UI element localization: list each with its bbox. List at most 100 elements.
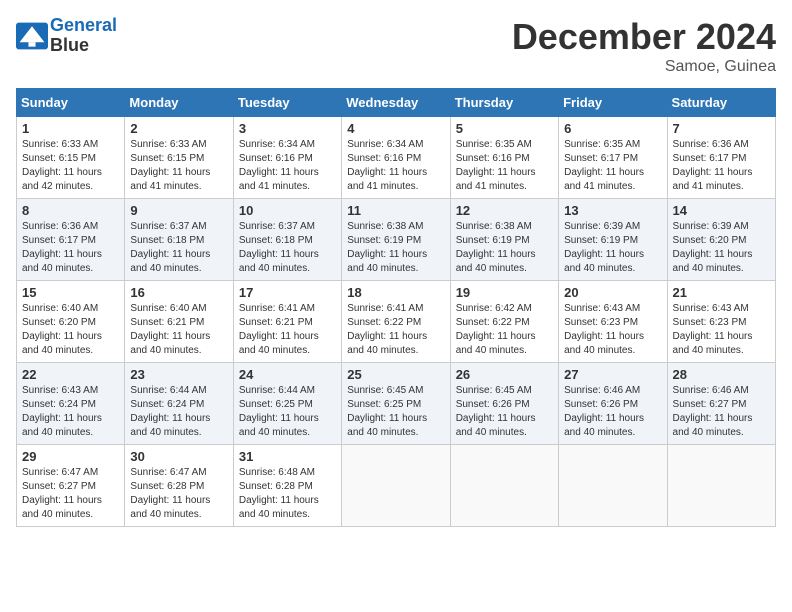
calendar-week-row: 8Sunrise: 6:36 AMSunset: 6:17 PMDaylight…: [17, 199, 776, 281]
day-info: Sunrise: 6:43 AMSunset: 6:24 PMDaylight:…: [22, 384, 119, 440]
day-info: Sunrise: 6:33 AMSunset: 6:15 PMDaylight:…: [130, 138, 227, 194]
calendar-week-row: 1 Sunrise: 6:33 AMSunset: 6:15 PMDaylight…: [17, 117, 776, 199]
day-info: Sunrise: 6:35 AMSunset: 6:17 PMDaylight:…: [564, 138, 661, 194]
day-info: Sunrise: 6:33 AMSunset: 6:15 PMDaylight:…: [22, 138, 119, 194]
calendar-week-row: 15 Sunrise: 6:40 AMSunset: 6:20 PMDayligh…: [17, 281, 776, 363]
calendar-cell: [342, 445, 450, 527]
calendar-cell: 15 Sunrise: 6:40 AMSunset: 6:20 PMDayligh…: [17, 281, 125, 363]
day-info: Sunrise: 6:36 AMSunset: 6:17 PMDaylight:…: [673, 138, 770, 194]
day-number: 22: [22, 367, 119, 382]
calendar-cell: 20 Sunrise: 6:43 AMSunset: 6:23 PMDayligh…: [559, 281, 667, 363]
calendar-cell: 28Sunrise: 6:46 AMSunset: 6:27 PMDayligh…: [667, 363, 775, 445]
day-info: Sunrise: 6:41 AMSunset: 6:21 PMDaylight:…: [239, 302, 336, 358]
day-number: 8: [22, 203, 119, 218]
calendar-cell: 24 Sunrise: 6:44 AMSunset: 6:25 PMDayligh…: [233, 363, 341, 445]
day-info: Sunrise: 6:44 AMSunset: 6:25 PMDaylight:…: [239, 384, 336, 440]
day-info: Sunrise: 6:47 AMSunset: 6:28 PMDaylight:…: [130, 466, 227, 522]
day-info: Sunrise: 6:43 AMSunset: 6:23 PMDaylight:…: [673, 302, 770, 358]
calendar-cell: 14 Sunrise: 6:39 AMSunset: 6:20 PMDayligh…: [667, 199, 775, 281]
calendar-cell: 31 Sunrise: 6:48 AMSunset: 6:28 PMDayligh…: [233, 445, 341, 527]
calendar-cell: [559, 445, 667, 527]
day-number: 13: [564, 203, 661, 218]
day-number: 16: [130, 285, 227, 300]
calendar-cell: 17Sunrise: 6:41 AMSunset: 6:21 PMDayligh…: [233, 281, 341, 363]
calendar-week-row: 22 Sunrise: 6:43 AMSunset: 6:24 PMDayligh…: [17, 363, 776, 445]
day-info: Sunrise: 6:44 AMSunset: 6:24 PMDaylight:…: [130, 384, 227, 440]
calendar-cell: 25Sunrise: 6:45 AMSunset: 6:25 PMDayligh…: [342, 363, 450, 445]
calendar-cell: [450, 445, 558, 527]
day-number: 20: [564, 285, 661, 300]
calendar-cell: 2Sunrise: 6:33 AMSunset: 6:15 PMDaylight…: [125, 117, 233, 199]
day-info: Sunrise: 6:37 AMSunset: 6:18 PMDaylight:…: [239, 220, 336, 276]
day-info: Sunrise: 6:42 AMSunset: 6:22 PMDaylight:…: [456, 302, 553, 358]
calendar-cell: 18 Sunrise: 6:41 AMSunset: 6:22 PMDayligh…: [342, 281, 450, 363]
calendar-cell: 9 Sunrise: 6:37 AMSunset: 6:18 PMDaylight…: [125, 199, 233, 281]
logo-icon: [16, 22, 48, 50]
calendar: SundayMondayTuesdayWednesdayThursdayFrid…: [16, 88, 776, 527]
calendar-cell: [667, 445, 775, 527]
calendar-cell: 22 Sunrise: 6:43 AMSunset: 6:24 PMDayligh…: [17, 363, 125, 445]
calendar-cell: 7 Sunrise: 6:36 AMSunset: 6:17 PMDaylight…: [667, 117, 775, 199]
calendar-cell: 8Sunrise: 6:36 AMSunset: 6:17 PMDaylight…: [17, 199, 125, 281]
day-number: 11: [347, 203, 444, 218]
calendar-cell: 21 Sunrise: 6:43 AMSunset: 6:23 PMDayligh…: [667, 281, 775, 363]
calendar-cell: 19 Sunrise: 6:42 AMSunset: 6:22 PMDayligh…: [450, 281, 558, 363]
day-number: 1: [22, 121, 119, 136]
day-info: Sunrise: 6:35 AMSunset: 6:16 PMDaylight:…: [456, 138, 553, 194]
day-info: Sunrise: 6:40 AMSunset: 6:20 PMDaylight:…: [22, 302, 119, 358]
calendar-cell: 6Sunrise: 6:35 AMSunset: 6:17 PMDaylight…: [559, 117, 667, 199]
day-of-week-header: Saturday: [667, 89, 775, 117]
logo: General Blue: [16, 16, 117, 56]
calendar-cell: 13 Sunrise: 6:39 AMSunset: 6:19 PMDayligh…: [559, 199, 667, 281]
day-number: 3: [239, 121, 336, 136]
day-info: Sunrise: 6:45 AMSunset: 6:26 PMDaylight:…: [456, 384, 553, 440]
calendar-cell: 23Sunrise: 6:44 AMSunset: 6:24 PMDayligh…: [125, 363, 233, 445]
day-info: Sunrise: 6:40 AMSunset: 6:21 PMDaylight:…: [130, 302, 227, 358]
calendar-cell: 30 Sunrise: 6:47 AMSunset: 6:28 PMDayligh…: [125, 445, 233, 527]
day-info: Sunrise: 6:47 AMSunset: 6:27 PMDaylight:…: [22, 466, 119, 522]
day-info: Sunrise: 6:43 AMSunset: 6:23 PMDaylight:…: [564, 302, 661, 358]
day-number: 30: [130, 449, 227, 464]
day-info: Sunrise: 6:38 AMSunset: 6:19 PMDaylight:…: [456, 220, 553, 276]
day-of-week-header: Wednesday: [342, 89, 450, 117]
day-number: 24: [239, 367, 336, 382]
day-number: 28: [673, 367, 770, 382]
calendar-cell: 26 Sunrise: 6:45 AMSunset: 6:26 PMDayligh…: [450, 363, 558, 445]
page-header: General Blue December 2024 Samoe, Guinea: [16, 16, 776, 76]
day-number: 19: [456, 285, 553, 300]
day-info: Sunrise: 6:38 AMSunset: 6:19 PMDaylight:…: [347, 220, 444, 276]
day-of-week-header: Monday: [125, 89, 233, 117]
day-number: 26: [456, 367, 553, 382]
calendar-cell: 27Sunrise: 6:46 AMSunset: 6:26 PMDayligh…: [559, 363, 667, 445]
day-number: 7: [673, 121, 770, 136]
day-number: 18: [347, 285, 444, 300]
location: Samoe, Guinea: [512, 58, 776, 76]
calendar-cell: 3 Sunrise: 6:34 AMSunset: 6:16 PMDaylight…: [233, 117, 341, 199]
logo-line1: General: [50, 15, 117, 35]
day-info: Sunrise: 6:37 AMSunset: 6:18 PMDaylight:…: [130, 220, 227, 276]
day-info: Sunrise: 6:46 AMSunset: 6:26 PMDaylight:…: [564, 384, 661, 440]
day-number: 14: [673, 203, 770, 218]
day-number: 5: [456, 121, 553, 136]
day-number: 10: [239, 203, 336, 218]
day-of-week-header: Sunday: [17, 89, 125, 117]
day-number: 9: [130, 203, 227, 218]
day-number: 29: [22, 449, 119, 464]
calendar-cell: 11 Sunrise: 6:38 AMSunset: 6:19 PMDayligh…: [342, 199, 450, 281]
calendar-cell: 16 Sunrise: 6:40 AMSunset: 6:21 PMDayligh…: [125, 281, 233, 363]
day-info: Sunrise: 6:39 AMSunset: 6:19 PMDaylight:…: [564, 220, 661, 276]
logo-text: General Blue: [50, 16, 117, 56]
day-number: 15: [22, 285, 119, 300]
day-info: Sunrise: 6:39 AMSunset: 6:20 PMDaylight:…: [673, 220, 770, 276]
day-info: Sunrise: 6:41 AMSunset: 6:22 PMDaylight:…: [347, 302, 444, 358]
day-info: Sunrise: 6:34 AMSunset: 6:16 PMDaylight:…: [239, 138, 336, 194]
day-info: Sunrise: 6:34 AMSunset: 6:16 PMDaylight:…: [347, 138, 444, 194]
calendar-header-row: SundayMondayTuesdayWednesdayThursdayFrid…: [17, 89, 776, 117]
day-of-week-header: Thursday: [450, 89, 558, 117]
day-info: Sunrise: 6:48 AMSunset: 6:28 PMDaylight:…: [239, 466, 336, 522]
logo-line2: Blue: [50, 36, 117, 56]
calendar-cell: 12Sunrise: 6:38 AMSunset: 6:19 PMDayligh…: [450, 199, 558, 281]
day-number: 31: [239, 449, 336, 464]
title-block: December 2024 Samoe, Guinea: [512, 16, 776, 76]
day-number: 21: [673, 285, 770, 300]
